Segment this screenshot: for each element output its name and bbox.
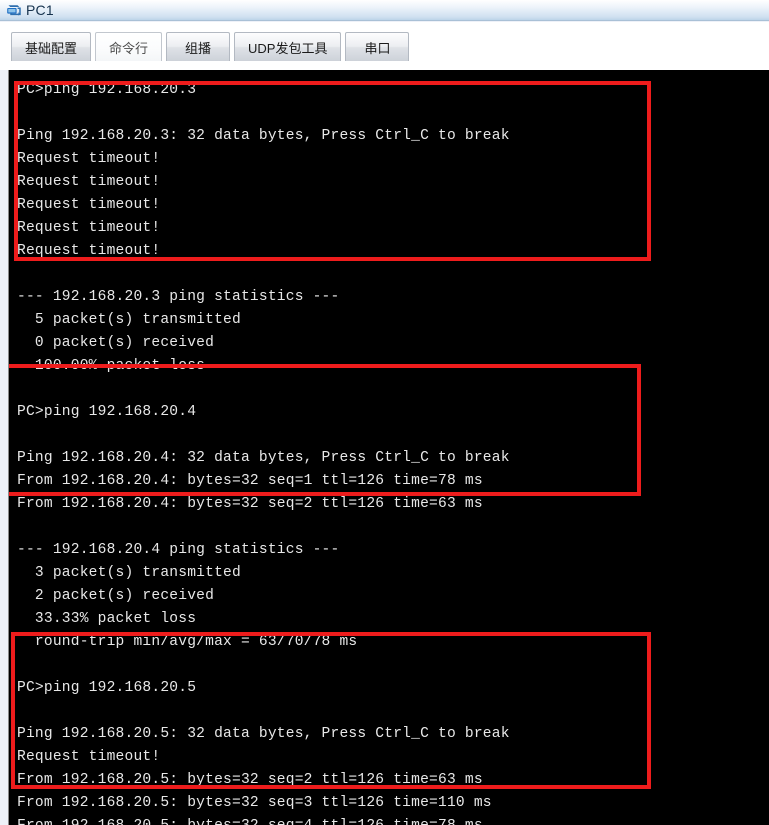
console-terminal[interactable]: PC>ping 192.168.20.3 Ping 192.168.20.3: 3… — [8, 70, 769, 825]
console-line: Ping 192.168.20.4: 32 data bytes, Press … — [17, 450, 510, 466]
console-line: Ping 192.168.20.3: 32 data bytes, Press … — [17, 128, 510, 144]
tab-strip: 基础配置 命令行 组播 UDP发包工具 串口 — [0, 22, 769, 70]
tab-udp-tool[interactable]: UDP发包工具 — [234, 32, 342, 61]
tab-command-line-label: 命令行 — [109, 40, 149, 56]
console-line: From 192.168.20.5: bytes=32 seq=3 ttl=12… — [17, 795, 492, 811]
tab-list: 基础配置 命令行 组播 UDP发包工具 串口 — [11, 31, 413, 61]
console-line: 3 packet(s) transmitted — [17, 565, 241, 581]
tab-multicast-label: 组播 — [185, 40, 212, 56]
pc1-command-line-window: PC1 基础配置 命令行 组播 UDP发包工具 串口 PC>ping 192.1… — [0, 0, 769, 825]
console-line: Request timeout! — [17, 220, 161, 236]
tab-udp-tool-label: UDP发包工具 — [248, 40, 328, 56]
console-line: --- 192.168.20.3 ping statistics --- — [17, 289, 340, 305]
console-line: PC>ping 192.168.20.5 — [17, 680, 197, 696]
console-line: 0 packet(s) received — [17, 335, 215, 351]
console-line: Request timeout! — [17, 197, 161, 213]
console-line: Ping 192.168.20.5: 32 data bytes, Press … — [17, 726, 510, 742]
console-line: Request timeout! — [17, 749, 161, 765]
window-title: PC1 — [26, 2, 54, 18]
console-line: Request timeout! — [17, 243, 161, 259]
console-line: --- 192.168.20.4 ping statistics --- — [17, 542, 340, 558]
window-titlebar: PC1 — [0, 0, 769, 21]
console-line: From 192.168.20.5: bytes=32 seq=4 ttl=12… — [17, 815, 510, 825]
console-output: PC>ping 192.168.20.3 Ping 192.168.20.3: 3… — [17, 79, 510, 825]
console-line: Request timeout! — [17, 174, 161, 190]
pc-device-icon — [4, 2, 22, 18]
console-line: 2 packet(s) received — [17, 588, 215, 604]
terminal-area: PC>ping 192.168.20.3 Ping 192.168.20.3: 3… — [0, 70, 769, 825]
console-line: 100.00% packet loss — [17, 358, 206, 374]
tab-serial-port-label: 串口 — [364, 40, 391, 56]
console-line: From 192.168.20.5: bytes=32 seq=2 ttl=12… — [17, 772, 483, 788]
tab-command-line[interactable]: 命令行 — [95, 32, 163, 61]
tab-multicast[interactable]: 组播 — [166, 32, 231, 61]
console-line: From 192.168.20.4: bytes=32 seq=1 ttl=12… — [17, 473, 483, 489]
console-line: round-trip min/avg/max = 63/70/78 ms — [17, 634, 358, 650]
console-line: From 192.168.20.4: bytes=32 seq=2 ttl=12… — [17, 496, 483, 512]
console-line: 5 packet(s) transmitted — [17, 312, 241, 328]
console-line: PC>ping 192.168.20.4 — [17, 404, 197, 420]
tab-serial-port[interactable]: 串口 — [345, 32, 410, 61]
tab-basic-config-label: 基础配置 — [25, 40, 78, 56]
terminal-left-gutter — [0, 70, 7, 825]
tab-basic-config[interactable]: 基础配置 — [11, 32, 92, 61]
console-line: 33.33% packet loss — [17, 611, 197, 627]
console-line: PC>ping 192.168.20.3 — [17, 82, 197, 98]
console-line: Request timeout! — [17, 151, 161, 167]
